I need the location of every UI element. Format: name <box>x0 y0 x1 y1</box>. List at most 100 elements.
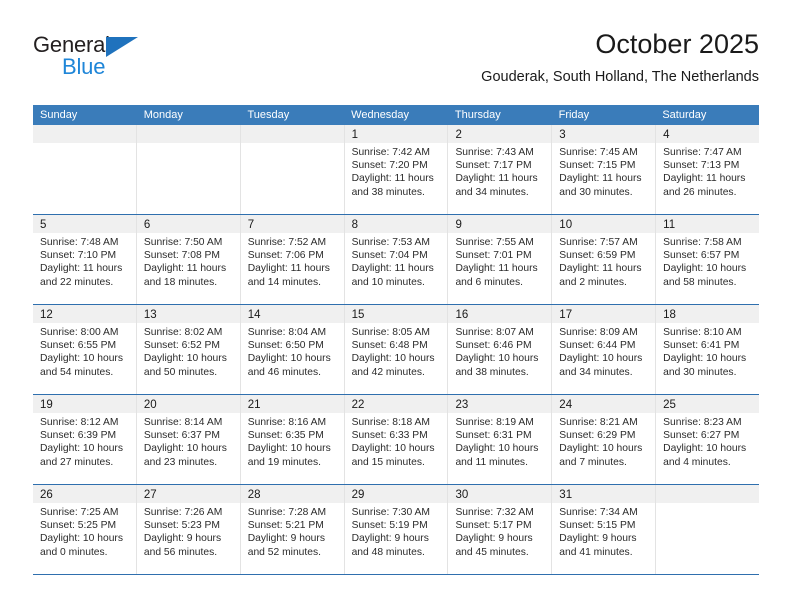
day-details: Sunrise: 7:34 AM Sunset: 5:15 PM Dayligh… <box>552 503 655 559</box>
day-number: 20 <box>143 399 157 411</box>
sunrise-text: Sunrise: 7:34 AM <box>559 507 638 518</box>
week-row: 12 Sunrise: 8:00 AM Sunset: 6:55 PM Dayl… <box>33 305 760 395</box>
day-cell[interactable]: 29 Sunrise: 7:30 AM Sunset: 5:19 PM Dayl… <box>344 485 449 574</box>
sunrise-text: Sunrise: 7:30 AM <box>351 507 430 518</box>
day-number: 2 <box>455 129 462 141</box>
day-cell[interactable]: 16 Sunrise: 8:07 AM Sunset: 6:46 PM Dayl… <box>448 305 553 394</box>
day-number-band: 20 <box>136 395 240 413</box>
day-cell[interactable]: 3 Sunrise: 7:45 AM Sunset: 7:15 PM Dayli… <box>552 125 657 214</box>
daylight-line2: and 23 minutes. <box>143 456 218 468</box>
day-cell[interactable]: 11 Sunrise: 7:58 AM Sunset: 6:57 PM Dayl… <box>656 215 760 304</box>
day-cell[interactable]: 22 Sunrise: 8:18 AM Sunset: 6:33 PM Dayl… <box>344 395 449 484</box>
day-cell[interactable]: 7 Sunrise: 7:52 AM Sunset: 7:06 PM Dayli… <box>240 215 345 304</box>
daylight-line2: and 22 minutes. <box>40 276 114 288</box>
day-cell[interactable]: 8 Sunrise: 7:53 AM Sunset: 7:04 PM Dayli… <box>344 215 449 304</box>
day-number: 6 <box>143 219 151 231</box>
weekday-header-friday: Friday <box>558 109 590 121</box>
day-details: Sunrise: 8:07 AM Sunset: 6:46 PM Dayligh… <box>448 323 551 379</box>
sunset-text: Sunset: 7:01 PM <box>455 250 532 262</box>
day-details: Sunrise: 8:19 AM Sunset: 6:31 PM Dayligh… <box>448 413 551 469</box>
daylight-line1: Daylight: 10 hours <box>143 443 227 455</box>
sunrise-text: Sunrise: 7:45 AM <box>559 147 638 158</box>
day-cell[interactable]: 24 Sunrise: 8:21 AM Sunset: 6:29 PM Dayl… <box>552 395 657 484</box>
page-title: October 2025 <box>595 29 759 59</box>
day-cell[interactable]: 27 Sunrise: 7:26 AM Sunset: 5:23 PM Dayl… <box>136 485 241 574</box>
sunset-text: Sunset: 7:04 PM <box>351 250 428 262</box>
calendar-grid: Sunday Monday Tuesday Wednesday Thursday… <box>33 105 760 575</box>
day-details: Sunrise: 7:32 AM Sunset: 5:17 PM Dayligh… <box>448 503 551 559</box>
sunset-text: Sunset: 6:48 PM <box>351 340 428 352</box>
day-number-band: 6 <box>136 215 240 233</box>
day-cell[interactable]: 15 Sunrise: 8:05 AM Sunset: 6:48 PM Dayl… <box>344 305 449 394</box>
weekday-header-sunday: Sunday <box>40 109 78 121</box>
day-cell[interactable]: 23 Sunrise: 8:19 AM Sunset: 6:31 PM Dayl… <box>448 395 553 484</box>
day-details: Sunrise: 7:28 AM Sunset: 5:21 PM Dayligh… <box>241 503 344 559</box>
day-cell[interactable]: 5 Sunrise: 7:48 AM Sunset: 7:10 PM Dayli… <box>33 215 137 304</box>
day-cell[interactable] <box>240 125 345 214</box>
sunset-text: Sunset: 6:44 PM <box>559 340 636 352</box>
sunrise-text: Sunrise: 8:04 AM <box>247 327 327 338</box>
day-details: Sunrise: 7:57 AM Sunset: 6:59 PM Dayligh… <box>552 233 655 289</box>
sunrise-text: Sunrise: 7:53 AM <box>351 237 430 248</box>
day-cell[interactable]: 19 Sunrise: 8:12 AM Sunset: 6:39 PM Dayl… <box>33 395 137 484</box>
day-cell[interactable]: 9 Sunrise: 7:55 AM Sunset: 7:01 PM Dayli… <box>448 215 553 304</box>
day-cell[interactable]: 25 Sunrise: 8:23 AM Sunset: 6:27 PM Dayl… <box>656 395 760 484</box>
sunset-text: Sunset: 7:20 PM <box>351 160 428 172</box>
sunrise-text: Sunrise: 7:48 AM <box>40 237 119 248</box>
day-number-band: 5 <box>33 215 136 233</box>
week-row: 1 Sunrise: 7:42 AM Sunset: 7:20 PM Dayli… <box>33 125 760 215</box>
day-number-band: 13 <box>136 305 240 323</box>
daylight-line2: and 0 minutes. <box>40 546 108 558</box>
daylight-line1: Daylight: 10 hours <box>559 353 643 365</box>
daylight-line2: and 10 minutes. <box>351 276 425 288</box>
day-number-band: 24 <box>552 395 656 413</box>
day-cell[interactable]: 13 Sunrise: 8:02 AM Sunset: 6:52 PM Dayl… <box>136 305 241 394</box>
day-cell[interactable]: 28 Sunrise: 7:28 AM Sunset: 5:21 PM Dayl… <box>240 485 345 574</box>
sunset-text: Sunset: 5:25 PM <box>40 520 117 532</box>
day-cell[interactable]: 21 Sunrise: 8:16 AM Sunset: 6:35 PM Dayl… <box>240 395 345 484</box>
daylight-line2: and 14 minutes. <box>247 276 321 288</box>
day-cell[interactable]: 31 Sunrise: 7:34 AM Sunset: 5:15 PM Dayl… <box>552 485 657 574</box>
sunset-text: Sunset: 6:41 PM <box>663 340 740 352</box>
day-cell[interactable]: 17 Sunrise: 8:09 AM Sunset: 6:44 PM Dayl… <box>552 305 657 394</box>
day-cell[interactable] <box>656 485 760 574</box>
day-number-band: 26 <box>33 485 136 503</box>
sunrise-text: Sunrise: 7:58 AM <box>663 237 742 248</box>
day-details <box>33 143 136 146</box>
daylight-line1: Daylight: 9 hours <box>455 533 533 545</box>
day-number: 15 <box>351 309 365 321</box>
day-cell[interactable]: 18 Sunrise: 8:10 AM Sunset: 6:41 PM Dayl… <box>656 305 760 394</box>
daylight-line1: Daylight: 11 hours <box>40 263 123 275</box>
day-number-band: 15 <box>344 305 448 323</box>
title-block: October 2025 Gouderak, South Holland, Th… <box>481 28 759 87</box>
day-cell[interactable]: 2 Sunrise: 7:43 AM Sunset: 7:17 PM Dayli… <box>448 125 553 214</box>
day-cell[interactable]: 1 Sunrise: 7:42 AM Sunset: 7:20 PM Dayli… <box>344 125 449 214</box>
daylight-line2: and 42 minutes. <box>351 366 425 378</box>
day-cell[interactable] <box>33 125 137 214</box>
day-cell[interactable]: 20 Sunrise: 8:14 AM Sunset: 6:37 PM Dayl… <box>136 395 241 484</box>
day-details: Sunrise: 7:50 AM Sunset: 7:08 PM Dayligh… <box>137 233 240 289</box>
day-cell[interactable]: 6 Sunrise: 7:50 AM Sunset: 7:08 PM Dayli… <box>136 215 241 304</box>
day-cell[interactable]: 26 Sunrise: 7:25 AM Sunset: 5:25 PM Dayl… <box>33 485 137 574</box>
sunset-text: Sunset: 6:29 PM <box>559 430 636 442</box>
daylight-line2: and 27 minutes. <box>40 456 114 468</box>
day-cell[interactable]: 12 Sunrise: 8:00 AM Sunset: 6:55 PM Dayl… <box>33 305 137 394</box>
day-number-band: 31 <box>552 485 656 503</box>
sunset-text: Sunset: 7:10 PM <box>40 250 117 262</box>
day-details <box>137 143 240 146</box>
day-cell[interactable]: 14 Sunrise: 8:04 AM Sunset: 6:50 PM Dayl… <box>240 305 345 394</box>
sunset-text: Sunset: 6:39 PM <box>40 430 117 442</box>
daylight-line1: Daylight: 10 hours <box>351 353 435 365</box>
day-cell[interactable]: 4 Sunrise: 7:47 AM Sunset: 7:13 PM Dayli… <box>656 125 760 214</box>
sunrise-text: Sunrise: 7:50 AM <box>143 237 223 248</box>
day-cell[interactable] <box>136 125 241 214</box>
sunrise-text: Sunrise: 8:00 AM <box>40 327 119 338</box>
day-cell[interactable]: 30 Sunrise: 7:32 AM Sunset: 5:17 PM Dayl… <box>448 485 553 574</box>
day-number: 5 <box>40 219 47 231</box>
daylight-line2: and 52 minutes. <box>247 546 321 558</box>
weekday-header-monday: Monday <box>143 109 183 121</box>
day-number-band: 14 <box>240 305 344 323</box>
day-cell[interactable]: 10 Sunrise: 7:57 AM Sunset: 6:59 PM Dayl… <box>552 215 657 304</box>
sunrise-text: Sunrise: 7:52 AM <box>247 237 327 248</box>
daylight-line1: Daylight: 11 hours <box>351 173 434 185</box>
